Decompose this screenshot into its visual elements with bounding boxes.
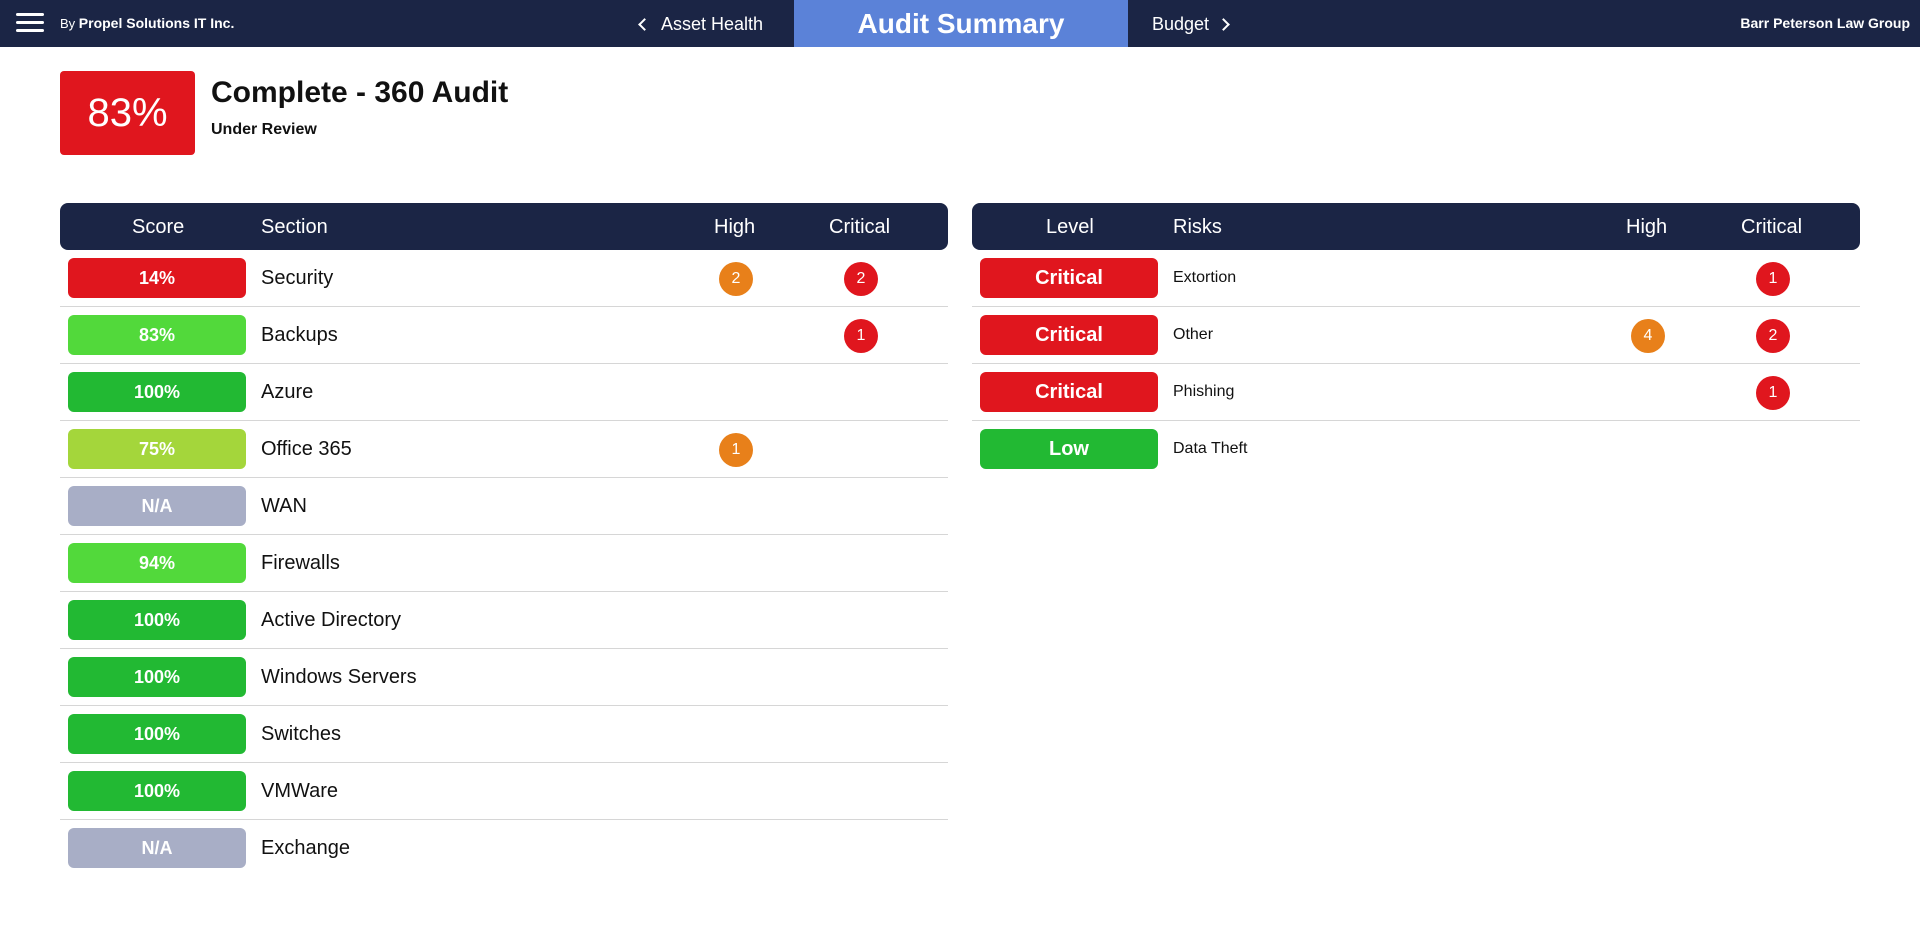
level-pill: Critical <box>980 258 1158 298</box>
next-page-label: Budget <box>1152 13 1210 34</box>
table-row[interactable]: 14% Security 2 2 <box>60 250 948 307</box>
critical-count-badge: 1 <box>844 319 878 353</box>
by-prefix: By <box>60 16 76 31</box>
chevron-left-icon <box>638 17 651 31</box>
vendor-credit: By Propel Solutions IT Inc. <box>60 15 234 31</box>
section-name: VMWare <box>261 780 339 802</box>
col-header-risks[interactable]: Risks <box>1173 216 1222 239</box>
chevron-right-icon <box>1217 17 1230 31</box>
col-header-high[interactable]: High <box>1626 216 1667 239</box>
table-row[interactable]: N/A WAN <box>60 478 948 535</box>
critical-count-badge: 2 <box>844 262 878 296</box>
table-row[interactable]: Critical Extortion 1 <box>972 250 1860 307</box>
table-row[interactable]: Critical Other 4 2 <box>972 307 1860 364</box>
section-name: Backups <box>261 324 338 346</box>
table-row[interactable]: 100% VMWare <box>60 763 948 820</box>
risks-table: Level Risks High Critical Critical Extort… <box>972 203 1860 478</box>
table-row[interactable]: Critical Phishing 1 <box>972 364 1860 421</box>
next-page-link[interactable]: Budget <box>1152 12 1230 36</box>
prev-page-label: Asset Health <box>661 13 764 34</box>
section-name: Firewalls <box>261 552 340 574</box>
col-header-level[interactable]: Level <box>1046 216 1094 239</box>
risk-name: Data Theft <box>1173 440 1248 457</box>
table-row[interactable]: 100% Windows Servers <box>60 649 948 706</box>
risks-table-body: Critical Extortion 1 Critical Other 4 2 Critica… <box>972 250 1860 478</box>
score-pill: 100% <box>68 372 246 412</box>
sections-table: Score Section High Critical 14% Security 2… <box>60 203 948 877</box>
risk-name: Other <box>1173 326 1214 343</box>
top-nav-bar: By Propel Solutions IT Inc. Asset Health… <box>0 0 1920 47</box>
tab-audit-summary[interactable]: Audit Summary <box>794 0 1128 47</box>
audit-status: Under Review <box>211 121 317 138</box>
table-row[interactable]: 100% Active Directory <box>60 592 948 649</box>
high-count-badge: 4 <box>1631 319 1665 353</box>
score-pill: 75% <box>68 429 246 469</box>
section-name: Security <box>261 267 334 289</box>
score-pill: 100% <box>68 714 246 754</box>
critical-count-badge: 2 <box>1756 319 1790 353</box>
level-pill: Critical <box>980 372 1158 412</box>
col-header-critical[interactable]: Critical <box>1741 216 1802 239</box>
level-pill: Critical <box>980 315 1158 355</box>
section-name: Exchange <box>261 837 350 859</box>
page-title: Complete - 360 Audit <box>211 76 509 109</box>
score-pill: 83% <box>68 315 246 355</box>
col-header-score[interactable]: Score <box>132 216 184 239</box>
score-pill: N/A <box>68 486 246 526</box>
table-row[interactable]: 100% Switches <box>60 706 948 763</box>
prev-page-link[interactable]: Asset Health <box>636 12 763 36</box>
high-count-badge: 1 <box>719 433 753 467</box>
overall-score-badge: 83% <box>60 71 195 155</box>
section-name: WAN <box>261 495 307 517</box>
col-header-high[interactable]: High <box>714 216 755 239</box>
level-pill: Low <box>980 429 1158 469</box>
table-row[interactable]: N/A Exchange <box>60 820 948 877</box>
section-name: Office 365 <box>261 438 352 460</box>
score-pill: 14% <box>68 258 246 298</box>
section-name: Active Directory <box>261 609 402 631</box>
table-row[interactable]: 83% Backups 1 <box>60 307 948 364</box>
section-name: Switches <box>261 723 342 745</box>
sections-table-body: 14% Security 2 2 83% Backups 1 100% Azure 75% Offi… <box>60 250 948 877</box>
vendor-name: Propel Solutions IT Inc. <box>78 15 235 31</box>
table-row[interactable]: 94% Firewalls <box>60 535 948 592</box>
active-tab-label: Audit Summary <box>857 7 1065 39</box>
sections-table-header: Score Section High Critical <box>60 203 948 250</box>
table-row[interactable]: 100% Azure <box>60 364 948 421</box>
menu-icon[interactable] <box>16 13 44 33</box>
score-pill: 94% <box>68 543 246 583</box>
table-row[interactable]: 75% Office 365 1 <box>60 421 948 478</box>
client-name: Barr Peterson Law Group <box>1740 15 1910 31</box>
critical-count-badge: 1 <box>1756 262 1790 296</box>
high-count-badge: 2 <box>719 262 753 296</box>
risk-name: Phishing <box>1173 383 1235 400</box>
score-pill: 100% <box>68 600 246 640</box>
col-header-critical[interactable]: Critical <box>829 216 890 239</box>
score-pill: 100% <box>68 771 246 811</box>
score-pill: N/A <box>68 828 246 868</box>
risk-name: Extortion <box>1173 269 1237 286</box>
table-row[interactable]: Low Data Theft <box>972 421 1860 478</box>
critical-count-badge: 1 <box>1756 376 1790 410</box>
col-header-section[interactable]: Section <box>261 216 328 239</box>
risks-table-header: Level Risks High Critical <box>972 203 1860 250</box>
section-name: Azure <box>261 381 314 403</box>
section-name: Windows Servers <box>261 666 417 688</box>
score-pill: 100% <box>68 657 246 697</box>
